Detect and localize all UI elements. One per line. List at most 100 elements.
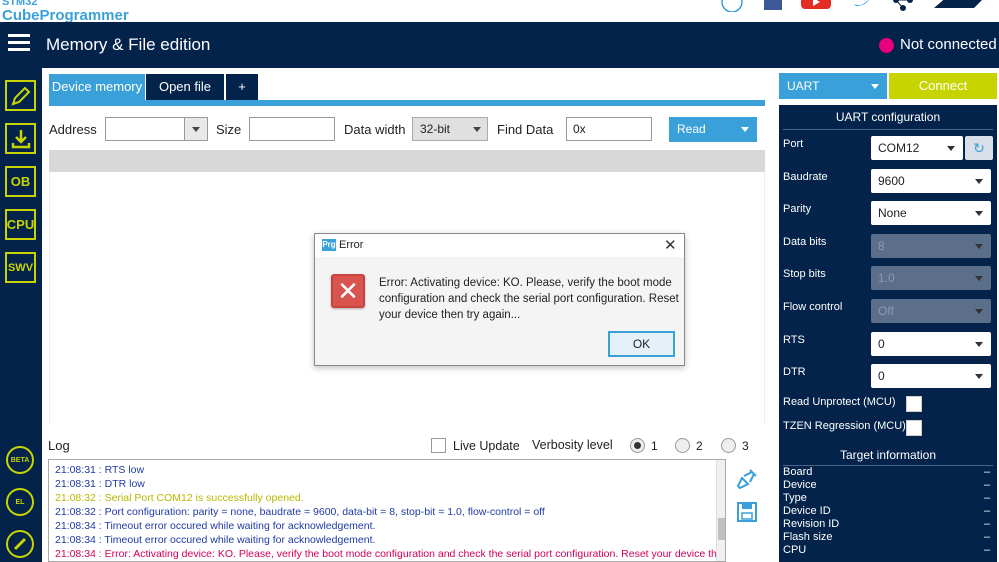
chevron-down-icon: [975, 178, 983, 184]
error-dialog: Prg Error ✕ ✕ Error: Activating device: …: [314, 233, 685, 366]
refresh-ports-icon[interactable]: ↻: [965, 136, 993, 160]
uart-configuration-panel: UART configuration Port COM12 Baudrate 9600…: [779, 105, 997, 562]
verbosity-radio-1[interactable]: [630, 438, 645, 453]
twitter-icon[interactable]: [852, 0, 874, 12]
memory-grid-header: [49, 150, 765, 172]
verbosity-3-label: 3: [742, 439, 749, 453]
verbosity-1-label: 1: [651, 439, 658, 453]
config-label-port: Port: [783, 138, 804, 150]
target-info-label: Board: [783, 466, 813, 478]
uart-config-title: UART configuration: [835, 110, 941, 124]
address-input[interactable]: [105, 117, 185, 141]
dialog-titlebar: Prg Error ✕: [315, 234, 684, 257]
target-info-value: –: [984, 505, 991, 517]
size-label: Size: [216, 122, 242, 137]
target-info-value: –: [984, 466, 991, 478]
live-update-label: Live Update: [453, 439, 520, 453]
download-icon[interactable]: [5, 123, 36, 154]
tzen-regression-checkbox[interactable]: [906, 420, 922, 436]
save-log-icon[interactable]: [736, 501, 758, 526]
config-select-rts[interactable]: 0: [871, 331, 991, 356]
log-line: 21:08:34 : Timeout error occured while w…: [55, 520, 376, 532]
connection-panel: UART Connect UART configuration Port COM1…: [776, 68, 999, 562]
read-unprotect-checkbox[interactable]: [906, 396, 922, 412]
target-info-title: Target information: [839, 448, 937, 462]
log-line: 21:08:32 : Port configuration: parity = …: [55, 506, 545, 518]
brand-bar: STM32 CubeProgrammer: [0, 0, 999, 24]
read-unprotect-label: Read Unprotect (MCU): [783, 396, 896, 408]
config-select-flow-control: Off: [871, 299, 991, 323]
config-select-dtr[interactable]: 0: [871, 364, 991, 389]
external-loader-icon[interactable]: EL: [6, 488, 34, 516]
close-icon[interactable]: ✕: [664, 236, 677, 254]
tab-device-memory[interactable]: Device memory: [49, 74, 145, 100]
data-width-label: Data width: [344, 122, 406, 137]
target-info-label: Device: [783, 479, 817, 491]
tab-underline: [49, 100, 765, 106]
log-scrollbar[interactable]: [716, 460, 725, 561]
verbosity-radio-2[interactable]: [675, 438, 690, 453]
chevron-down-icon: [975, 243, 983, 249]
cable-icon[interactable]: [6, 530, 34, 558]
config-label-data-bits: Data bits: [783, 235, 827, 248]
memory-edit-icon[interactable]: [5, 80, 36, 111]
dialog-title: Error: [339, 239, 364, 251]
st-community-icon[interactable]: [718, 0, 746, 12]
tab-open-file[interactable]: Open file: [146, 74, 224, 100]
config-label-parity: Parity: [783, 203, 812, 216]
interface-select[interactable]: UART: [779, 73, 887, 99]
error-icon: ✕: [331, 274, 365, 308]
left-sidebar: OB CPU SWV BETA EL: [0, 68, 42, 562]
tab-add[interactable]: +: [226, 74, 258, 100]
facebook-icon[interactable]: [762, 0, 784, 12]
chevron-down-icon: [871, 84, 879, 89]
swv-icon[interactable]: SWV: [5, 252, 36, 283]
target-info-value: –: [984, 518, 991, 530]
beta-icon[interactable]: BETA: [6, 446, 34, 474]
app-logo: STM32 CubeProgrammer: [2, 0, 129, 24]
data-width-select[interactable]: 32-bit: [412, 117, 488, 141]
target-info-value: –: [984, 479, 991, 491]
verbosity-label: Verbosity level: [532, 438, 613, 452]
target-info-label: Revision ID: [783, 518, 840, 530]
cpu-icon[interactable]: CPU: [5, 209, 36, 240]
log-output[interactable]: 21:08:31 : RTS low 21:08:31 : DTR low 21:0…: [48, 459, 726, 562]
log-line: 21:08:32 : Serial Port COM12 is successf…: [55, 492, 304, 504]
option-bytes-icon[interactable]: OB: [5, 166, 36, 197]
config-select-port[interactable]: COM12: [871, 136, 963, 160]
target-info-label: Type: [783, 492, 807, 504]
verbosity-2-label: 2: [696, 439, 703, 453]
ok-button[interactable]: OK: [608, 331, 675, 357]
youtube-icon[interactable]: [800, 0, 834, 12]
config-label-baudrate: Baudrate: [783, 170, 828, 183]
config-select-parity[interactable]: None: [871, 201, 991, 226]
connect-button[interactable]: Connect: [889, 73, 997, 99]
find-data-input[interactable]: 0x: [566, 117, 652, 141]
chevron-down-icon: [975, 276, 983, 282]
connection-status-indicator: [879, 38, 894, 53]
st-logo: [930, 0, 990, 12]
config-label-flow-control: Flow control: [783, 301, 843, 313]
menu-icon[interactable]: [8, 34, 30, 52]
config-label-stop-bits: Stop bits: [783, 268, 826, 281]
log-line: 21:08:34 : Timeout error occured while w…: [55, 534, 376, 546]
config-select-baudrate[interactable]: 9600: [871, 168, 991, 193]
log-line: 21:08:31 : DTR low: [55, 478, 145, 490]
chevron-down-icon: [192, 127, 200, 132]
verbosity-radio-3[interactable]: [721, 438, 736, 453]
address-dropdown[interactable]: [184, 117, 208, 141]
log-scrollbar-thumb[interactable]: [718, 518, 725, 540]
target-info-label: Device ID: [783, 505, 831, 517]
size-input[interactable]: [249, 117, 335, 141]
clear-log-icon[interactable]: [736, 468, 758, 493]
share-icon[interactable]: [890, 0, 918, 12]
tzen-regression-label: TZEN Regression (MCU): [783, 420, 906, 432]
read-button[interactable]: Read: [669, 117, 757, 142]
config-select-stop-bits: 1.0: [871, 266, 991, 291]
chevron-down-icon: [975, 341, 983, 347]
target-info-label: CPU: [783, 544, 807, 556]
log-title: Log: [48, 438, 70, 453]
live-update-checkbox[interactable]: [431, 438, 446, 453]
divider: [783, 129, 993, 130]
error-message: Error: Activating device: KO. Please, ve…: [379, 277, 679, 321]
